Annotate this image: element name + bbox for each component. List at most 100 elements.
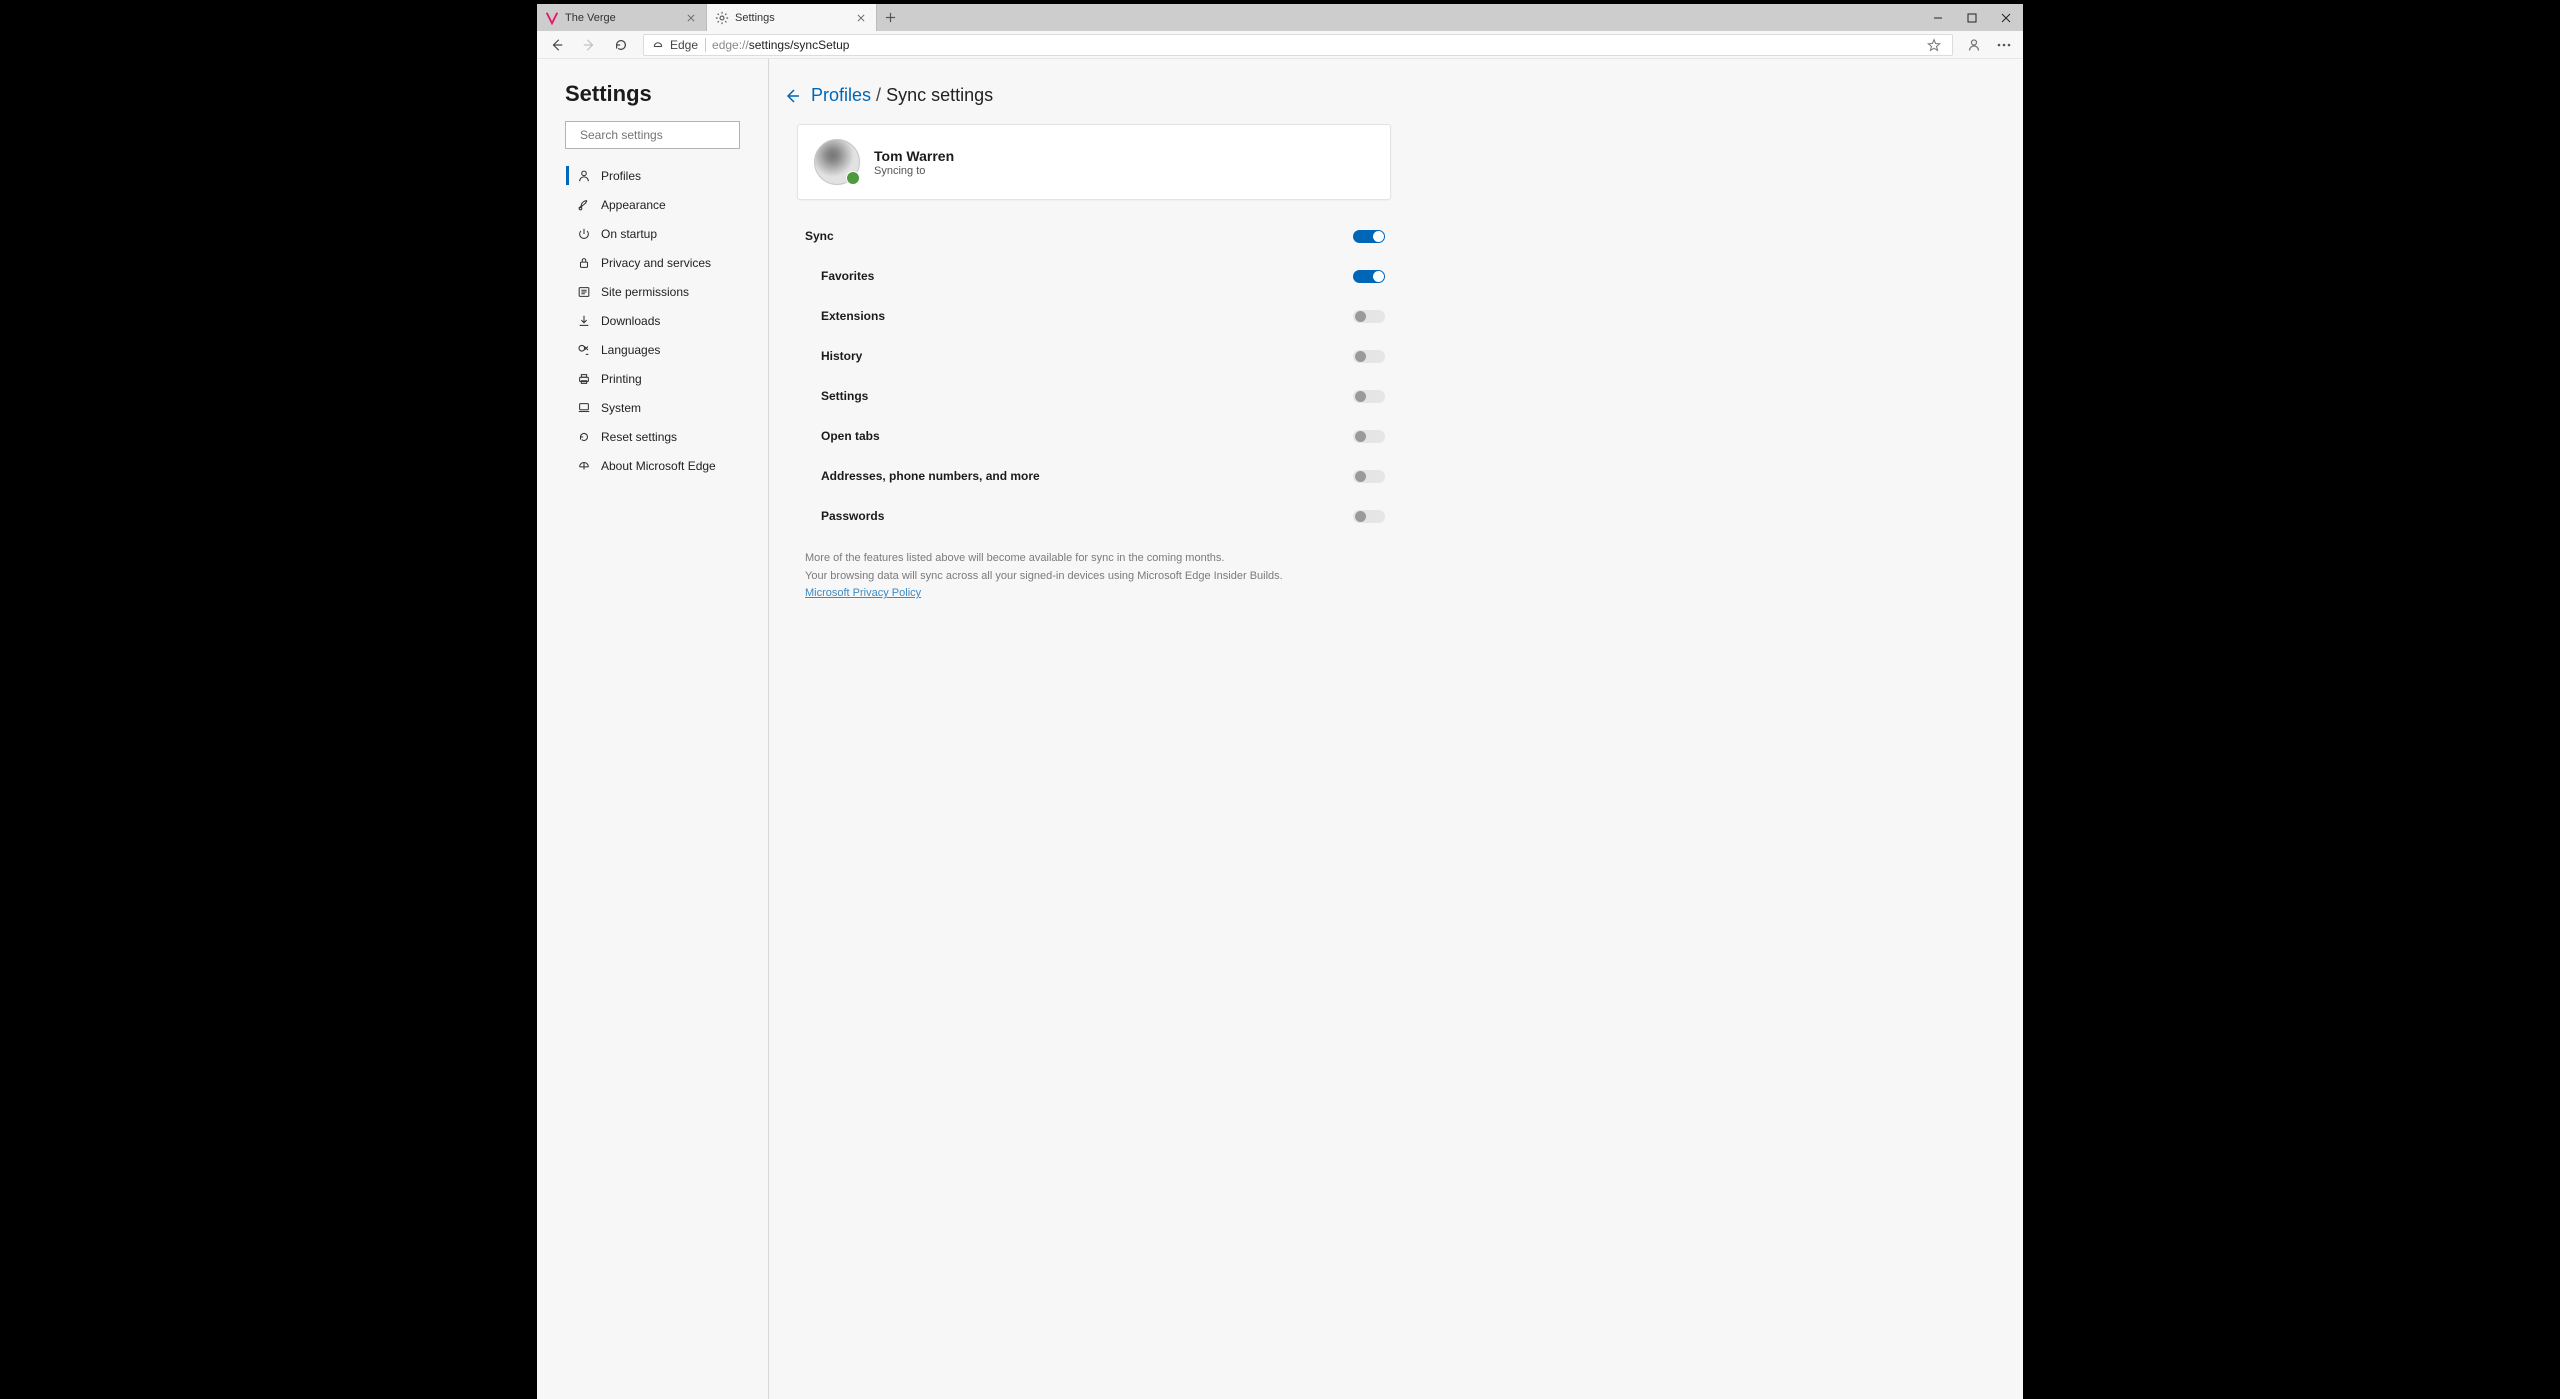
sidebar-item-downloads[interactable]: Downloads [537, 306, 768, 335]
profile-button[interactable] [1961, 32, 1987, 58]
reset-icon [577, 430, 591, 444]
content-area: Settings Profiles Appearance On startup [537, 59, 2023, 1399]
settings-sidebar: Settings Profiles Appearance On startup [537, 59, 769, 1399]
sync-master-toggle[interactable] [1353, 230, 1385, 243]
settings-search[interactable] [565, 121, 740, 149]
sidebar-item-profiles[interactable]: Profiles [537, 161, 768, 190]
language-icon [577, 343, 591, 357]
sync-item-label: Addresses, phone numbers, and more [821, 469, 1040, 483]
download-icon [577, 314, 591, 328]
sidebar-item-label: Privacy and services [601, 256, 711, 270]
sidebar-item-label: Printing [601, 372, 642, 386]
privacy-policy-link[interactable]: Microsoft Privacy Policy [805, 587, 921, 599]
breadcrumb-current: Sync settings [886, 85, 993, 105]
person-icon [577, 169, 591, 183]
sidebar-item-on-startup[interactable]: On startup [537, 219, 768, 248]
menu-button[interactable] [1991, 32, 2017, 58]
sync-favorites-toggle[interactable] [1353, 270, 1385, 283]
tab-settings[interactable]: Settings [707, 4, 877, 31]
settings-main: Profiles / Sync settings Tom Warren Sync… [769, 59, 2023, 1399]
sync-open-tabs-toggle[interactable] [1353, 430, 1385, 443]
window-close-button[interactable] [1989, 4, 2023, 31]
sidebar-item-label: Appearance [601, 198, 666, 212]
printer-icon [577, 372, 591, 386]
profile-name: Tom Warren [874, 148, 954, 164]
tab-title: The Verge [565, 12, 678, 24]
sync-item-addresses: Addresses, phone numbers, and more [805, 456, 1391, 496]
nav-refresh-button[interactable] [607, 31, 635, 59]
sync-item-label: Settings [821, 389, 868, 403]
sync-master-row: Sync [805, 216, 1391, 256]
window-maximize-button[interactable] [1955, 4, 1989, 31]
sync-passwords-toggle[interactable] [1353, 510, 1385, 523]
pillarbox-right [2023, 0, 2560, 1399]
sync-item-label: Open tabs [821, 429, 880, 443]
toolbar-right [1961, 32, 2017, 58]
sync-item-favorites: Favorites [805, 256, 1391, 296]
breadcrumb: Profiles / Sync settings [783, 85, 1391, 106]
window-minimize-button[interactable] [1921, 4, 1955, 31]
breadcrumb-parent-link[interactable]: Profiles [811, 85, 871, 105]
site-label: Edge [670, 38, 698, 52]
breadcrumb-back-button[interactable] [783, 87, 801, 105]
paintbrush-icon [577, 198, 591, 212]
lock-icon [577, 256, 591, 270]
sync-item-label: Extensions [821, 309, 885, 323]
tab-close-button[interactable] [854, 11, 868, 25]
sidebar-item-printing[interactable]: Printing [537, 364, 768, 393]
pillarbox-left [0, 0, 537, 1399]
address-bar: Edge edge://settings/syncSetup [537, 31, 2023, 59]
profile-avatar [814, 139, 860, 185]
sidebar-nav: Profiles Appearance On startup Privacy a… [537, 161, 768, 480]
footnote-line-1: More of the features listed above will b… [805, 550, 1391, 568]
sidebar-item-label: System [601, 401, 641, 415]
sidebar-item-languages[interactable]: Languages [537, 335, 768, 364]
sync-footnote: More of the features listed above will b… [805, 550, 1391, 603]
sidebar-title: Settings [537, 81, 768, 121]
sync-item-open-tabs: Open tabs [805, 416, 1391, 456]
sync-extensions-toggle[interactable] [1353, 310, 1385, 323]
settings-favicon [715, 11, 729, 25]
sync-history-toggle[interactable] [1353, 350, 1385, 363]
nav-forward-button[interactable] [575, 31, 603, 59]
sidebar-item-label: Site permissions [601, 285, 689, 299]
sync-item-label: Favorites [821, 269, 874, 283]
sidebar-item-privacy[interactable]: Privacy and services [537, 248, 768, 277]
new-tab-button[interactable] [877, 4, 903, 31]
sidebar-item-label: Reset settings [601, 430, 677, 444]
sync-item-extensions: Extensions [805, 296, 1391, 336]
sync-item-label: Passwords [821, 509, 884, 523]
sync-item-passwords: Passwords [805, 496, 1391, 536]
url-input[interactable]: Edge edge://settings/syncSetup [643, 34, 1953, 56]
edge-icon [577, 459, 591, 473]
sync-toggle-list: Sync Favorites Extensions History [805, 216, 1391, 536]
sync-item-settings: Settings [805, 376, 1391, 416]
sidebar-item-label: About Microsoft Edge [601, 459, 716, 473]
site-identity[interactable]: Edge [652, 38, 706, 52]
sync-item-history: History [805, 336, 1391, 376]
sidebar-item-system[interactable]: System [537, 393, 768, 422]
tab-bar: The Verge Settings [537, 4, 2023, 31]
url-text: edge://settings/syncSetup [712, 38, 1918, 52]
sidebar-item-about[interactable]: About Microsoft Edge [537, 451, 768, 480]
nav-back-button[interactable] [543, 31, 571, 59]
sidebar-item-reset[interactable]: Reset settings [537, 422, 768, 451]
settings-search-input[interactable] [580, 128, 735, 142]
sync-addresses-toggle[interactable] [1353, 470, 1385, 483]
tab-close-button[interactable] [684, 11, 698, 25]
sync-item-label: History [821, 349, 862, 363]
sliders-icon [577, 285, 591, 299]
sidebar-item-site-permissions[interactable]: Site permissions [537, 277, 768, 306]
verge-favicon [545, 11, 559, 25]
sidebar-item-label: On startup [601, 227, 657, 241]
sidebar-item-appearance[interactable]: Appearance [537, 190, 768, 219]
sidebar-item-label: Languages [601, 343, 660, 357]
laptop-icon [577, 401, 591, 415]
tab-the-verge[interactable]: The Verge [537, 4, 707, 31]
sync-settings-toggle[interactable] [1353, 390, 1385, 403]
breadcrumb-separator: / [876, 85, 881, 105]
sync-master-label: Sync [805, 229, 834, 243]
favorite-star-button[interactable] [1924, 38, 1944, 52]
profile-card: Tom Warren Syncing to [797, 124, 1391, 200]
sidebar-item-label: Downloads [601, 314, 660, 328]
